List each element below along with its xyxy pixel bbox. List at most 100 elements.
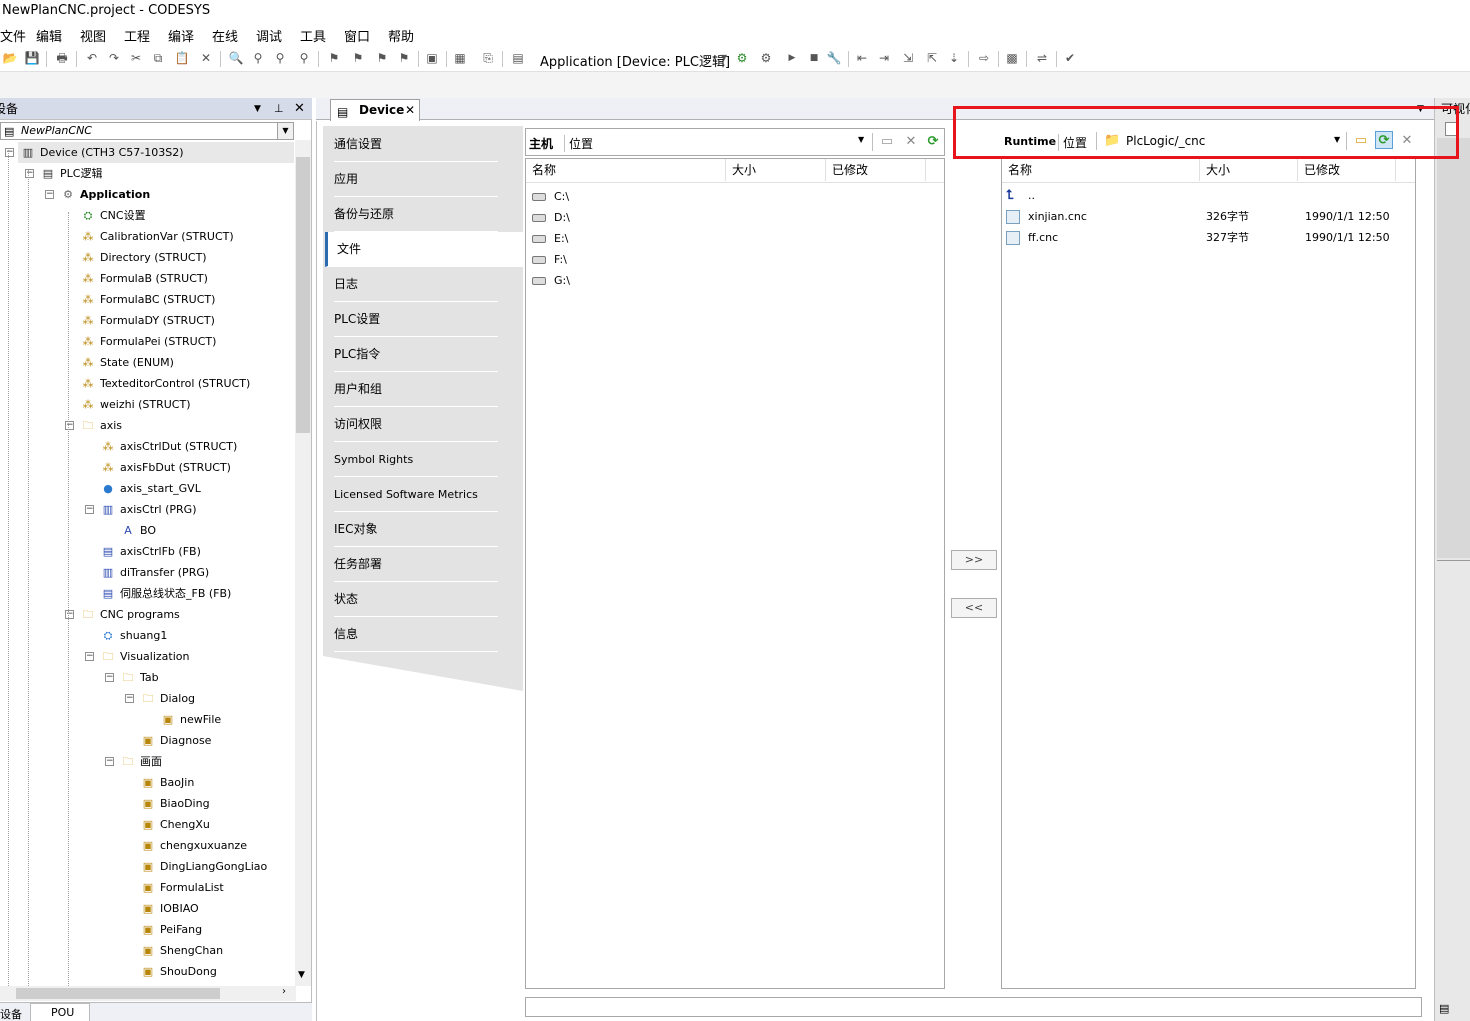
delete-icon[interactable]: ✕ (198, 50, 214, 66)
host-col-size[interactable]: 大小 (726, 159, 826, 181)
table-row[interactable]: ff.cnc 327字节 1990/1/1 12:50 (1006, 227, 1406, 248)
application-dropdown-icon[interactable]: ▼ (716, 50, 732, 66)
login-icon[interactable]: ⚙ (734, 50, 750, 66)
find-icon[interactable]: 🔍 (228, 50, 244, 66)
menu-debug[interactable]: 调试 (256, 26, 282, 45)
tree-node[interactable]: ▤ 伺服总线状态_FB (FB) (100, 583, 232, 604)
generate-code-icon[interactable]: ⎘ (480, 50, 496, 66)
tree-node[interactable]: ⁂ axisCtrlDut (STRUCT) (100, 436, 238, 457)
cut-icon[interactable]: ✂ (128, 50, 144, 66)
tree-node[interactable]: ⁂ FormulaB (STRUCT) (80, 268, 208, 289)
tree-node[interactable]: ⁂ Directory (STRUCT) (80, 247, 207, 268)
logout-icon[interactable]: ⚙ (758, 50, 774, 66)
window-icon[interactable]: ▣ (424, 50, 440, 66)
run-to-cursor-icon[interactable]: ⇣ (946, 50, 962, 66)
active-application-label[interactable]: Application [Device: PLC逻辑] (540, 51, 730, 70)
nav-item-2[interactable]: 备份与还原 (334, 197, 498, 232)
tree-node[interactable]: ⁂ State (ENUM) (80, 352, 174, 373)
open-folder-icon[interactable]: 📂 (2, 50, 18, 66)
list-item[interactable]: ⮤.. (1006, 185, 1035, 206)
find-next-icon[interactable]: ⚲ (272, 50, 288, 66)
tab-devices[interactable]: 设备 (0, 1006, 22, 1021)
runtime-col-size[interactable]: 大小 (1200, 159, 1298, 181)
build-icon[interactable]: ▦ (452, 50, 468, 66)
host-refresh-icon[interactable]: ⟳ (924, 133, 942, 151)
menu-online[interactable]: 在线 (212, 26, 238, 45)
scroll-right-icon[interactable]: › (282, 986, 286, 997)
table-row[interactable]: xinjian.cnc 326字节 1990/1/1 12:50 (1006, 206, 1406, 227)
collapse-toggle-icon[interactable]: − (105, 757, 114, 766)
bookmark-next-icon[interactable]: ⚑ (350, 50, 366, 66)
find-in-project-icon[interactable]: ⚲ (296, 50, 312, 66)
menu-edit[interactable]: 编辑 (36, 26, 62, 45)
tree-node[interactable]: 🗀 Visualization (100, 646, 190, 667)
collapse-toggle-icon[interactable]: − (45, 190, 54, 199)
panel-menu-dropdown-icon[interactable]: ▼ (254, 98, 261, 120)
tree-node[interactable]: ⁂ FormulaBC (STRUCT) (80, 289, 216, 310)
collapse-toggle-icon[interactable]: − (85, 505, 94, 514)
tree-node[interactable]: A BO (120, 520, 156, 541)
nav-item-4[interactable]: 日志 (334, 267, 498, 302)
write-values-icon[interactable]: ▩ (1004, 50, 1020, 66)
tree-node[interactable]: ▣ ShengChan (140, 940, 223, 961)
bookmark-clear-icon[interactable]: ⚑ (396, 50, 412, 66)
tree-node[interactable]: ▣ BiaoDing (140, 793, 210, 814)
tree-node[interactable]: ⛭ CNC设置 (80, 205, 146, 226)
tree-node[interactable]: 🗀 axis (80, 415, 123, 436)
tab-pou[interactable]: POU (30, 1003, 90, 1021)
menu-build[interactable]: 编译 (168, 26, 194, 45)
project-combo[interactable]: ▤ NewPlanCNC ▼ (0, 122, 294, 140)
tree-node[interactable]: 🗀 Tab (120, 667, 159, 688)
collapse-toggle-icon[interactable]: − (105, 673, 114, 682)
step-out-icon[interactable]: ⇱ (924, 50, 940, 66)
reset-icon[interactable]: 🔧 (826, 50, 842, 66)
tree-node[interactable]: ▣ newFile (160, 709, 221, 730)
nav-item-0[interactable]: 通信设置 (334, 127, 498, 162)
tree-node[interactable]: ⁂ FormulaPei (STRUCT) (80, 331, 217, 352)
paste-icon[interactable]: 📋 (174, 50, 190, 66)
undo-icon[interactable]: ↶ (84, 50, 100, 66)
runtime-file-list[interactable]: 名称 大小 已修改 ⮤.. xinjian.cnc 326字节 1990/1/1… (1001, 158, 1416, 989)
step-over-icon[interactable]: ⇥ (876, 50, 892, 66)
host-col-modified[interactable]: 已修改 (826, 159, 926, 181)
tree-node[interactable]: ▣ BaoJin (140, 772, 195, 793)
nav-item-9[interactable]: Symbol Rights (334, 442, 498, 477)
nav-item-1[interactable]: 应用 (334, 162, 498, 197)
tree-node[interactable]: ▣ PeiFang (140, 919, 202, 940)
host-location-combo[interactable] (602, 133, 872, 153)
nav-item-10[interactable]: Licensed Software Metrics (334, 477, 498, 512)
menu-help[interactable]: 帮助 (388, 26, 414, 45)
host-new-folder-icon[interactable]: ▭ (878, 133, 896, 151)
force-values-icon[interactable]: ⇌ (1034, 50, 1050, 66)
menu-view[interactable]: 视图 (80, 26, 106, 45)
tree-node[interactable]: ● axis_start_GVL (100, 478, 201, 499)
runtime-col-name[interactable]: 名称 (1002, 159, 1200, 181)
host-location-dropdown-icon[interactable]: ▼ (858, 135, 864, 144)
close-panel-icon[interactable]: ✕ (294, 98, 305, 120)
menu-file[interactable]: 文件 (0, 26, 26, 45)
collapse-toggle-icon[interactable]: − (85, 652, 94, 661)
tree-node[interactable]: ▥ axisCtrl (PRG) (100, 499, 197, 520)
chevron-down-icon[interactable]: ▼ (277, 123, 293, 139)
bookmark-prev-icon[interactable]: ⚑ (374, 50, 390, 66)
find-replace-icon[interactable]: ⚲ (250, 50, 266, 66)
stop-icon[interactable]: ■ (806, 50, 822, 66)
tree-node[interactable]: 🗀 CNC programs (80, 604, 180, 625)
tree-node[interactable]: ⛭ shuang1 (100, 625, 168, 646)
show-next-statement-icon[interactable]: ⇨ (976, 50, 992, 66)
tree-node[interactable]: 🗀 画面 (120, 751, 163, 772)
menu-project[interactable]: 工程 (124, 26, 150, 45)
nav-item-14[interactable]: 信息 (334, 617, 498, 652)
start-icon[interactable]: ▶ (784, 50, 800, 66)
list-item[interactable]: D:\ (532, 207, 570, 228)
tree-node[interactable]: ⁂ FormulaDY (STRUCT) (80, 310, 215, 331)
list-item[interactable]: C:\ (532, 186, 569, 207)
nav-item-12[interactable]: 任务部署 (334, 547, 498, 582)
application-icon[interactable]: ▤ (510, 50, 526, 66)
copy-to-host-button[interactable]: << (951, 598, 997, 618)
nav-item-8[interactable]: 访问权限 (334, 407, 498, 442)
nav-item-11[interactable]: IEC对象 (334, 512, 498, 547)
tree-node[interactable]: ▤ axisCtrlFb (FB) (100, 541, 201, 562)
runtime-col-modified[interactable]: 已修改 (1298, 159, 1396, 181)
collapse-toggle-icon[interactable]: − (25, 169, 34, 178)
